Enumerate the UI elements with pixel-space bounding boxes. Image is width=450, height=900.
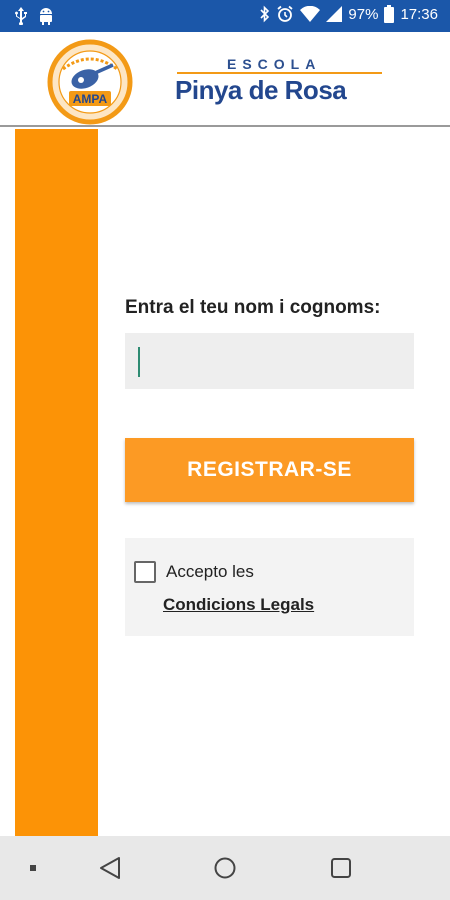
- app-header: AMPA ESCOLA Pinya de Rosa: [0, 32, 450, 127]
- ampa-logo-text: AMPA: [73, 92, 108, 106]
- signal-icon: [326, 6, 343, 22]
- accept-terms-checkbox[interactable]: [134, 561, 156, 583]
- back-icon[interactable]: [99, 856, 121, 884]
- battery-percent: 97%: [348, 5, 379, 23]
- wifi-icon: [300, 6, 321, 22]
- clock: 17:36: [400, 5, 438, 23]
- bluetooth-icon: [260, 5, 270, 23]
- usb-icon: [14, 7, 28, 25]
- name-prompt-label: Entra el teu nom i cognoms:: [125, 297, 381, 318]
- text-cursor: [138, 347, 140, 377]
- school-logo-divider: [177, 72, 382, 74]
- overview-icon[interactable]: [330, 857, 352, 883]
- navigation-bar: [0, 836, 450, 900]
- status-left-icons: [14, 7, 54, 25]
- battery-icon: [384, 5, 395, 23]
- school-logo: ESCOLA Pinya de Rosa: [175, 54, 385, 114]
- alarm-icon: [276, 5, 294, 23]
- terms-box: Accepto les Condicions Legals: [125, 538, 414, 636]
- orange-side-strip: [15, 129, 98, 836]
- android-icon: [38, 7, 54, 25]
- register-button[interactable]: REGISTRAR-SE: [125, 438, 414, 502]
- ampa-logo: AMPA: [47, 39, 133, 125]
- phone-screen: 97% 17:36 AMPA ESCOLA Pinya de Rosa Entr…: [0, 0, 450, 900]
- name-input[interactable]: [125, 333, 414, 389]
- school-label: ESCOLA: [227, 56, 322, 72]
- status-bar: 97% 17:36: [0, 0, 450, 32]
- legal-conditions-link[interactable]: Condicions Legals: [163, 595, 314, 615]
- accept-label[interactable]: Accepto les: [166, 562, 254, 582]
- status-right-icons: 97% 17:36: [260, 5, 438, 23]
- recent-square-small-icon[interactable]: [30, 865, 36, 871]
- school-name: Pinya de Rosa: [175, 75, 347, 105]
- home-icon[interactable]: [214, 857, 236, 883]
